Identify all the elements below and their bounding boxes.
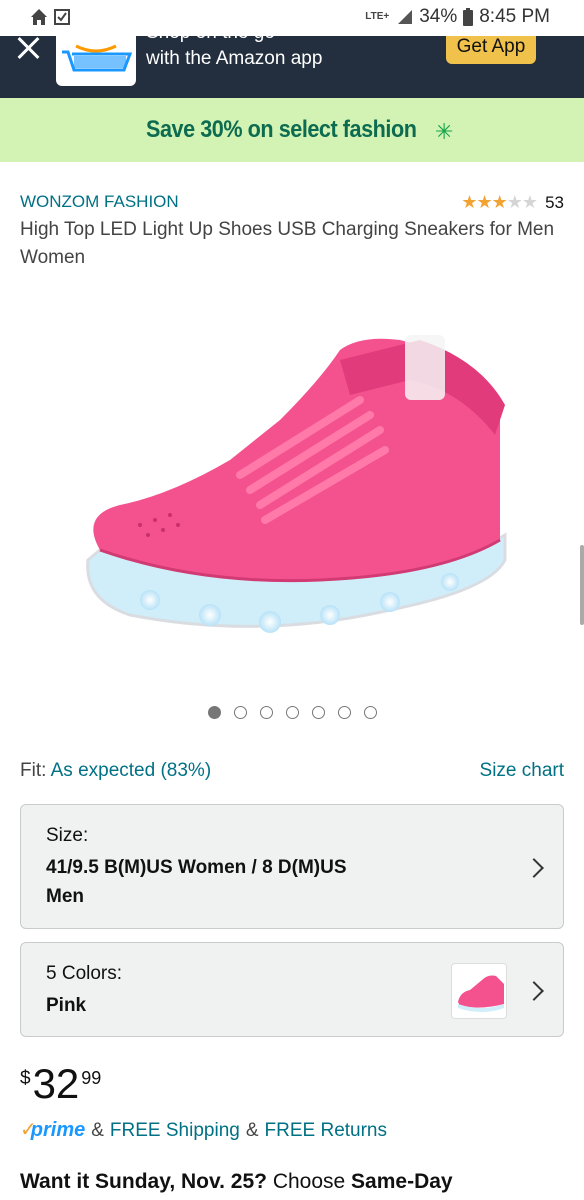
clock: 8:45 PM: [479, 6, 550, 27]
size-label: Size:: [46, 825, 89, 846]
checkbox-icon: [54, 9, 70, 25]
image-carousel-dots[interactable]: [0, 706, 584, 719]
review-count: 53: [545, 192, 564, 212]
notification-icons: [30, 8, 70, 26]
star-rating[interactable]: ★★★★★ 53: [461, 192, 564, 213]
amp-2: &: [245, 1120, 259, 1141]
promo-banner[interactable]: Save 30% on select fashion ✳: [0, 98, 584, 162]
fit-label: Fit:: [20, 760, 47, 781]
price-whole: 32: [32, 1060, 80, 1107]
banner-text-top: Shop on the go: [146, 36, 275, 44]
free-shipping-link[interactable]: FREE Shipping: [110, 1120, 240, 1142]
battery-percent: 34%: [419, 6, 458, 27]
delivery-lead: Want it Sunday, Nov. 25?: [20, 1170, 267, 1193]
status-bar: LTE+ 34% 8:45 PM: [0, 0, 584, 36]
price-fraction: 99: [81, 1068, 102, 1088]
product-title: High Top LED Light Up Shoes USB Charging…: [20, 219, 555, 268]
signal-icon: [398, 10, 413, 24]
carousel-dot[interactable]: [363, 706, 377, 719]
price: $ 32 99: [20, 1062, 101, 1106]
size-value: 41/9.5 B(M)US Women / 8 D(M)US Men: [46, 857, 347, 907]
size-chart-link[interactable]: Size chart: [480, 760, 564, 782]
prime-badge[interactable]: ✓prime: [20, 1117, 85, 1142]
carousel-dot[interactable]: [311, 706, 325, 719]
fit-info: Fit: As expected (83%): [20, 760, 211, 782]
banner-text: with the Amazon app: [146, 48, 323, 69]
stars-icon: ★★★★★: [461, 192, 538, 212]
get-app-button[interactable]: Get App: [446, 36, 536, 64]
price-currency: $: [20, 1068, 31, 1089]
color-value: Pink: [46, 995, 87, 1016]
free-returns-link[interactable]: FREE Returns: [265, 1120, 387, 1142]
home-icon: [31, 9, 47, 25]
product-image[interactable]: [60, 310, 530, 660]
color-label: 5 Colors:: [46, 963, 123, 984]
battery-icon: [463, 8, 474, 26]
carousel-dot[interactable]: [259, 706, 273, 719]
chevron-right-icon: [524, 981, 544, 1001]
fit-value-link[interactable]: As expected (83%): [51, 760, 212, 781]
app-download-banner: Shop on the go with the Amazon app Get A…: [0, 36, 584, 98]
color-swatch-thumbnail[interactable]: [451, 963, 507, 1019]
delivery-message: Want it Sunday, Nov. 25? Choose Same-Day: [20, 1170, 453, 1194]
delivery-option: Same-Day: [351, 1170, 453, 1193]
promo-text: Save 30% on select fashion: [145, 116, 417, 143]
scrollbar[interactable]: [580, 545, 584, 625]
brand-link[interactable]: WONZOM FASHION: [20, 192, 179, 212]
shipping-info: ✓prime & FREE Shipping & FREE Returns: [20, 1117, 387, 1142]
size-selector[interactable]: Size: 41/9.5 B(M)US Women / 8 D(M)US Men: [20, 804, 564, 929]
network-type: LTE+: [365, 11, 390, 22]
carousel-dot[interactable]: [233, 706, 247, 719]
close-icon[interactable]: [16, 36, 42, 62]
delivery-choose: Choose: [272, 1170, 346, 1193]
chevron-right-icon: [524, 858, 544, 878]
carousel-dot[interactable]: [337, 706, 351, 719]
amazon-app-icon: [56, 36, 136, 86]
carousel-dot[interactable]: [285, 706, 299, 719]
sparkle-icon: ✳: [435, 119, 454, 144]
amp-1: &: [91, 1120, 104, 1141]
color-selector[interactable]: 5 Colors: Pink: [20, 942, 564, 1037]
carousel-dot[interactable]: [207, 706, 221, 719]
